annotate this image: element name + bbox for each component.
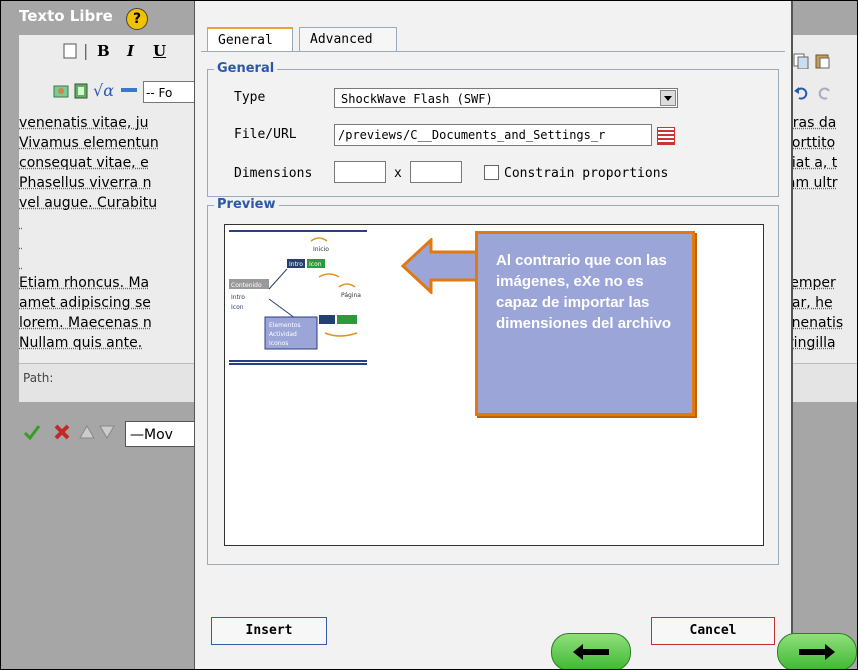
file-url-input[interactable]: /previews/C__Documents_and_Settings_r [334,124,652,146]
copy-icon[interactable] [793,53,809,69]
right-line: nar, he [783,295,833,311]
preview-thumbnail: Inicio Intro Icon Página Contenido Intro… [229,229,367,365]
file-url-label: File/URL [234,127,297,142]
left-line: vel augue. Curabitu [19,195,158,211]
editor-left-panel: | B I U √α -- Fo venenatis vitae, ju Viva… [19,35,203,402]
arrow-left-icon [573,644,609,660]
preview-legend: Preview [214,197,279,212]
arrow-right-icon [799,644,835,660]
left-line: amet adipiscing se [19,295,151,311]
callout-text: Al contrario que con las imágenes, eXe n… [496,252,672,332]
right-line: iam ultr [783,175,838,191]
thumb-label-6: Icon [231,304,244,311]
insert-button[interactable]: Insert [211,617,327,645]
left-line [19,253,201,273]
right-line: enenatis [783,315,844,331]
math-icon[interactable]: √α [93,81,114,100]
browse-icon[interactable] [657,127,675,145]
type-select[interactable]: ShockWave Flash (SWF) [334,88,678,108]
type-label: Type [234,90,266,105]
tab-divider [201,51,785,52]
right-line: semper [783,275,836,291]
new-document-icon[interactable] [63,43,79,59]
next-button[interactable] [777,633,857,669]
right-line [783,213,857,233]
editor-body-left[interactable]: venenatis vitae, ju Vivamus elementun cons… [19,113,201,353]
tab-general[interactable]: General [207,27,293,51]
right-line: fringilla [783,335,836,351]
screenshot-frame: Texto Libre ? | B I U √α -- Fo venenatis… [0,0,858,670]
underline-button[interactable]: U [153,42,166,60]
chevron-down-icon[interactable] [660,90,676,106]
left-line: venenatis vitae, ju [19,115,149,131]
editor-body-right[interactable]: Cras da porttito giat a, t iam ultr semper n… [783,113,857,353]
type-select-value: ShockWave Flash (SWF) [341,92,493,106]
thumb-label-7: Elementos [269,322,301,329]
check-icon[interactable] [23,423,41,441]
right-line: giat a, t [783,155,838,171]
left-line: Vivamus elementun [19,135,159,151]
thumb-label-0: Inicio [313,246,329,253]
bold-button[interactable]: B [97,42,110,60]
thumb-label-2: Icon [309,261,322,268]
help-icon[interactable]: ? [126,8,148,30]
thumb-label-3: Página [341,292,361,299]
height-input[interactable] [410,161,462,183]
right-line: porttito [783,135,836,151]
diagram-thumbnail: Inicio Intro Icon Página Contenido Intro… [229,230,367,362]
editor-toolbar-row-2: √α -- Fo [19,81,203,107]
paste-icon[interactable] [815,53,831,69]
callout-note: Al contrario que con las imágenes, eXe n… [475,231,695,416]
left-line: Phasellus viverra n [19,175,152,191]
general-legend: General [214,61,278,76]
redo-icon[interactable] [817,85,833,101]
right-line [783,233,857,253]
constrain-label: Constrain proportions [504,166,669,181]
right-line [783,253,857,273]
editor-toolbar-row-1: | B I U [19,39,201,65]
move-up-icon[interactable] [79,425,95,439]
dimensions-label: Dimensions [234,166,313,181]
undo-icon[interactable] [793,85,809,101]
general-fieldset: General Type ShockWave Flash (SWF) File/… [207,61,779,197]
left-line: consequat vitae, e [19,155,149,171]
constrain-checkbox[interactable] [484,165,499,180]
right-line [783,193,857,213]
delete-icon[interactable] [53,423,71,441]
thumb-label-1: Intro [289,261,303,268]
path-bar-right [783,363,857,402]
italic-button[interactable]: I [127,42,134,60]
thumb-label-9: Iconos [269,340,288,347]
horizontal-rule-icon[interactable] [121,84,137,100]
left-line: Etiam rhoncus. Ma [19,275,150,291]
left-line: lorem. Maecenas n [19,315,152,331]
editor-title: Texto Libre [19,7,113,25]
path-label: Path: [23,371,54,385]
back-button[interactable] [551,633,631,669]
width-input[interactable] [334,161,386,183]
thumb-label-5: Intro [231,294,245,301]
tab-advanced[interactable]: Advanced [299,27,397,51]
move-select[interactable]: —Mov [125,421,205,447]
left-line: Nullam quis ante. [19,335,143,351]
thumb-label-8: Actividad [269,331,297,338]
editor-right-panel: Cras da porttito giat a, t iam ultr semper n… [783,35,857,402]
media-icon[interactable] [73,83,89,99]
times-glyph: x [394,166,402,181]
left-line [19,213,201,233]
cancel-button[interactable]: Cancel [651,617,775,645]
thumb-label-4: Contenido [231,282,262,289]
right-line: Cras da [783,115,837,131]
left-line [19,233,201,253]
move-down-icon[interactable] [99,425,115,439]
image-icon[interactable] [53,83,69,99]
